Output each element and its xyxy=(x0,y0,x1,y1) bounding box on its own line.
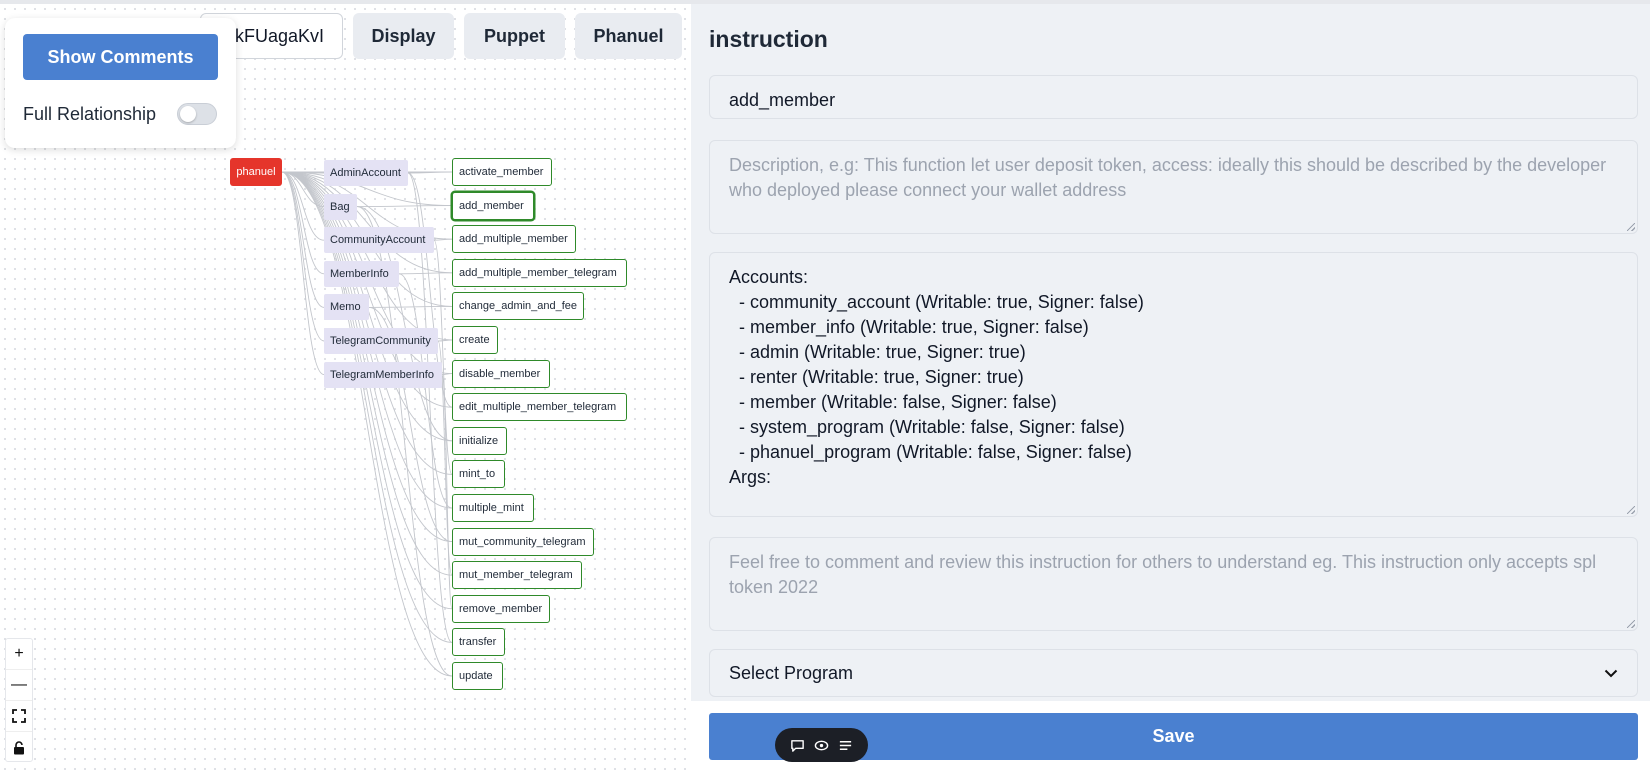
toggle-knob xyxy=(180,106,196,122)
instruction-node[interactable]: remove_member xyxy=(452,594,550,623)
floating-toolbar xyxy=(775,728,868,762)
instruction-node[interactable]: disable_member xyxy=(452,359,550,388)
graph-edge xyxy=(281,171,453,475)
instruction-node[interactable]: transfer xyxy=(452,628,505,657)
instruction-node[interactable]: add_member xyxy=(452,191,534,220)
zoom-controls: + — xyxy=(5,638,33,762)
account-node[interactable]: TelegramCommunity xyxy=(324,328,438,354)
instruction-node[interactable]: activate_member xyxy=(452,158,552,186)
account-node[interactable]: Bag xyxy=(324,193,357,220)
resize-handle-icon[interactable] xyxy=(1627,620,1635,628)
root-node[interactable]: phanuel xyxy=(230,158,282,186)
zoom-out-icon[interactable]: — xyxy=(6,670,32,701)
show-comments-button[interactable]: Show Comments xyxy=(23,34,218,80)
editor-heading: instruction xyxy=(709,26,828,52)
options-panel: Show Comments Full Relationship xyxy=(5,18,236,148)
graph-edge xyxy=(281,171,325,376)
comment-icon[interactable] xyxy=(790,738,805,753)
instruction-node[interactable]: mut_community_telegram xyxy=(452,527,594,556)
comment-textarea[interactable]: Feel free to comment and review this ins… xyxy=(709,537,1638,631)
account-node[interactable]: AdminAccount xyxy=(324,160,408,186)
instruction-name-value: add_member xyxy=(729,90,836,110)
instruction-node[interactable]: initialize xyxy=(452,426,507,455)
account-node[interactable]: MemberInfo xyxy=(324,260,399,287)
instruction-name-input[interactable]: add_member xyxy=(709,75,1638,119)
display-button[interactable]: Display xyxy=(353,13,454,59)
select-program-dropdown[interactable]: Select Program xyxy=(709,649,1638,697)
instruction-node[interactable]: add_multiple_member xyxy=(452,225,576,254)
account-node[interactable]: Memo xyxy=(324,294,369,321)
eye-icon[interactable] xyxy=(814,738,829,753)
select-program-label: Select Program xyxy=(729,662,854,683)
graph-edge xyxy=(281,171,325,308)
description-placeholder: Description, e.g: This function let user… xyxy=(729,155,1607,200)
accounts-text: Accounts: - community_account (Writable:… xyxy=(729,267,1144,487)
instruction-node[interactable]: mut_member_telegram xyxy=(452,561,582,590)
instruction-node[interactable]: add_multiple_member_telegram xyxy=(452,258,627,287)
zoom-in-icon[interactable]: + xyxy=(6,639,32,670)
instruction-editor: instruction add_member Description, e.g:… xyxy=(691,4,1650,770)
list-icon[interactable] xyxy=(838,738,853,753)
graph-canvas[interactable]: phanuel AdminAccount Bag CommunityAccount Me… xyxy=(0,4,691,770)
instruction-node[interactable]: update xyxy=(452,662,503,690)
account-node[interactable]: TelegramMemberInfo xyxy=(324,361,442,388)
account-node[interactable]: CommunityAccount xyxy=(324,227,434,254)
lock-icon[interactable] xyxy=(6,732,32,763)
resize-handle-icon[interactable] xyxy=(1627,506,1635,514)
resize-handle-icon[interactable] xyxy=(1627,223,1635,231)
instruction-node[interactable]: multiple_mint xyxy=(452,494,534,522)
graph-edge xyxy=(356,205,453,208)
instruction-node[interactable]: change_admin_and_fee xyxy=(452,292,584,321)
accounts-textarea[interactable]: Accounts: - community_account (Writable:… xyxy=(709,252,1638,517)
graph-edge xyxy=(398,272,453,275)
full-relationship-label: Full Relationship xyxy=(23,104,157,124)
description-textarea[interactable]: Description, e.g: This function let user… xyxy=(709,140,1638,234)
instruction-node[interactable]: mint_to xyxy=(452,460,505,489)
instruction-node[interactable]: create xyxy=(452,326,498,354)
graph-edge xyxy=(281,171,325,342)
instruction-node[interactable]: edit_multiple_member_telegram xyxy=(452,393,627,422)
fit-view-icon[interactable] xyxy=(6,701,32,732)
puppet-button[interactable]: Puppet xyxy=(464,13,565,59)
full-relationship-toggle[interactable] xyxy=(177,103,217,125)
chevron-down-icon xyxy=(1604,669,1618,677)
phanuel-button[interactable]: Phanuel xyxy=(575,13,682,59)
comment-placeholder: Feel free to comment and review this ins… xyxy=(729,552,1597,597)
